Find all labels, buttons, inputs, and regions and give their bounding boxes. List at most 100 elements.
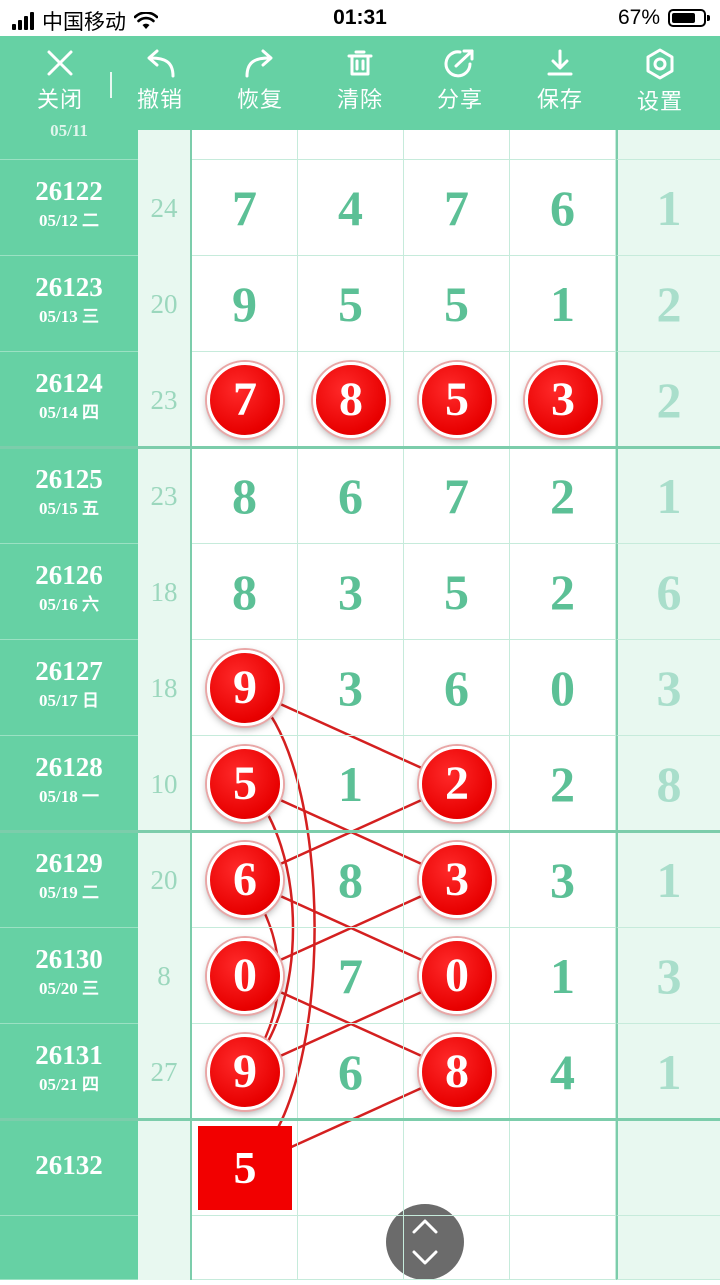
digit-cell[interactable]: 8 (298, 832, 404, 928)
period-date: 05/19 二 (39, 883, 99, 902)
digit-cell[interactable]: 5 (192, 736, 298, 832)
period-number: 26126 (35, 560, 103, 590)
clear-button[interactable]: 清除 (310, 36, 410, 130)
digit-value: 6 (550, 180, 575, 236)
extra-cell: 1 (616, 832, 720, 928)
digit-cell[interactable]: 1 (298, 736, 404, 832)
ball-number[interactable]: 8 (313, 362, 389, 438)
share-label: 分享 (436, 87, 483, 112)
ball-number[interactable]: 8 (419, 1034, 495, 1110)
digit-value: 9 (232, 276, 257, 332)
digit-value: 7 (444, 180, 469, 236)
close-button[interactable]: 关闭 (10, 36, 110, 130)
digit-cell[interactable]: 6 (298, 1024, 404, 1120)
save-button[interactable]: 保存 (510, 36, 610, 130)
prediction-box[interactable]: 5 (198, 1126, 292, 1210)
share-icon (444, 49, 474, 78)
ball-number[interactable]: 9 (207, 1034, 283, 1110)
digit-cell[interactable]: 6 (510, 160, 616, 256)
digit-cell[interactable]: 6 (298, 448, 404, 544)
digit-cell[interactable]: 3 (510, 832, 616, 928)
redo-button[interactable]: 恢复 (210, 36, 310, 130)
ball-number[interactable]: 7 (207, 362, 283, 438)
digit-cell[interactable]: 7 (192, 352, 298, 448)
digit-cell[interactable]: 5 (192, 1120, 298, 1216)
digit-cell[interactable]: 3 (298, 544, 404, 640)
digit-cell[interactable]: 4 (510, 1024, 616, 1120)
digit-cell[interactable]: 5 (404, 256, 510, 352)
digit-cell[interactable]: 6 (192, 832, 298, 928)
ball-number[interactable]: 0 (419, 938, 495, 1014)
settings-button[interactable]: 设置 (610, 36, 710, 130)
period-date: 05/14 四 (39, 403, 99, 422)
ball-number[interactable]: 2 (419, 746, 495, 822)
redo-icon (245, 49, 273, 78)
digit-cell[interactable] (404, 1120, 510, 1216)
sum-cell: 10 (138, 736, 192, 832)
digit-cell[interactable]: 5 (404, 544, 510, 640)
digit-value: 6 (338, 468, 363, 524)
period-number: 26131 (35, 1040, 103, 1070)
digit-cell[interactable]: 9 (192, 1024, 298, 1120)
digit-cell[interactable]: 9 (192, 256, 298, 352)
digit-cell-partial (404, 1216, 510, 1280)
digit-cell[interactable]: 1 (510, 256, 616, 352)
digit-cell[interactable]: 2 (510, 448, 616, 544)
digit-cell[interactable]: 8 (192, 544, 298, 640)
ball-number[interactable]: 5 (419, 362, 495, 438)
sum-cell: 23 (138, 448, 192, 544)
clock: 01:31 (333, 6, 387, 29)
period-cell: 26130 05/20 三 (0, 928, 138, 1024)
digit-value: 5 (338, 276, 363, 332)
digit-value: 5 (444, 276, 469, 332)
undo-button[interactable]: 撤销 (110, 36, 210, 130)
digit-cell[interactable]: 6 (404, 640, 510, 736)
digit-cell[interactable] (510, 1120, 616, 1216)
digit-cell[interactable]: 7 (404, 160, 510, 256)
digit-cell[interactable]: 3 (404, 832, 510, 928)
digit-cell[interactable]: 8 (298, 352, 404, 448)
digit-cell[interactable]: 9 (192, 640, 298, 736)
digit-cell[interactable]: 3 (510, 352, 616, 448)
period-cell: 26125 05/15 五 (0, 448, 138, 544)
share-button[interactable]: 分享 (410, 36, 510, 130)
ball-number[interactable]: 5 (207, 746, 283, 822)
sum-cell-partial (138, 1216, 192, 1280)
digit-cell[interactable] (298, 1120, 404, 1216)
ball-number[interactable]: 0 (207, 938, 283, 1014)
digit-cell[interactable]: 2 (510, 544, 616, 640)
digit-cell[interactable]: 0 (192, 928, 298, 1024)
period-cell-partial: 05/11 (0, 121, 138, 160)
period-cell-partial (0, 1216, 138, 1280)
digit-cell[interactable]: 7 (192, 160, 298, 256)
digit-value: 2 (550, 468, 575, 524)
digit-cell[interactable]: 3 (298, 640, 404, 736)
ball-number[interactable]: 6 (207, 842, 283, 918)
digit-cell[interactable]: 4 (298, 160, 404, 256)
period-number: 26127 (35, 656, 103, 686)
digit-value: 7 (338, 948, 363, 1004)
digit-cell[interactable]: 2 (404, 736, 510, 832)
digit-cell[interactable]: 7 (298, 928, 404, 1024)
extra-cell: 1 (616, 160, 720, 256)
digit-cell[interactable]: 5 (404, 352, 510, 448)
ball-number[interactable]: 9 (207, 650, 283, 726)
extra-cell: 3 (616, 928, 720, 1024)
digit-cell[interactable]: 8 (192, 448, 298, 544)
sum-cell: 27 (138, 1024, 192, 1120)
digit-value: 6 (338, 1044, 363, 1100)
period-cell: 26122 05/12 二 (0, 160, 138, 256)
digit-cell[interactable]: 0 (404, 928, 510, 1024)
digit-cell[interactable]: 0 (510, 640, 616, 736)
digit-cell[interactable]: 2 (510, 736, 616, 832)
digit-cell[interactable]: 1 (510, 928, 616, 1024)
ball-number[interactable]: 3 (419, 842, 495, 918)
sum-cell: 20 (138, 256, 192, 352)
digit-value: 8 (338, 852, 363, 908)
digit-cell[interactable]: 5 (298, 256, 404, 352)
extra-cell: 1 (616, 448, 720, 544)
digit-cell[interactable]: 7 (404, 448, 510, 544)
digit-cell[interactable]: 8 (404, 1024, 510, 1120)
ball-number[interactable]: 3 (525, 362, 601, 438)
period-cell: 26127 05/17 日 (0, 640, 138, 736)
